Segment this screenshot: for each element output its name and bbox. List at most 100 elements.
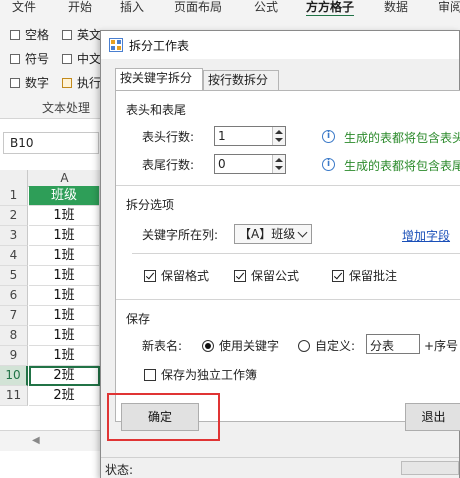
dialog-titlebar[interactable]: 拆分工作表 <box>101 31 459 59</box>
column-header-a[interactable]: A <box>29 170 100 186</box>
new-name-label: 新表名: <box>142 339 183 353</box>
execute-icon <box>62 77 72 88</box>
keep-format-checkbox[interactable]: 保留格式 <box>144 267 209 284</box>
tab-split-by-rows[interactable]: 按行数拆分 <box>203 70 279 90</box>
table-cell[interactable]: 2班 <box>29 386 100 406</box>
exit-button[interactable]: 退出 <box>405 403 460 431</box>
table-header-cell[interactable]: 班级 <box>29 186 100 206</box>
checkbox-icon <box>62 29 72 40</box>
tab-home[interactable]: 开始 <box>68 0 92 15</box>
ribbon-execute[interactable]: 执行 <box>62 74 101 91</box>
info-icon: i <box>322 130 335 143</box>
checkbox-icon <box>144 368 156 381</box>
row-header[interactable]: 8 <box>0 326 28 346</box>
keep-formula-checkbox[interactable]: 保留公式 <box>234 267 299 284</box>
scroll-left-icon[interactable]: ◀ <box>32 435 40 446</box>
chevron-down-icon[interactable] <box>275 138 283 142</box>
section-divider <box>116 185 460 186</box>
keep-comment-checkbox[interactable]: 保留批注 <box>332 267 397 284</box>
row-header[interactable]: 2 <box>0 206 28 226</box>
header-rows-stepper[interactable]: 1 <box>214 126 286 146</box>
row-header[interactable]: 4 <box>0 246 28 266</box>
ribbon-check-label: 执行 <box>77 76 102 90</box>
tab-split-by-keyword[interactable]: 按关键字拆分 <box>115 68 203 91</box>
chevron-down-icon <box>297 227 308 238</box>
ribbon-check-label: 符号 <box>25 52 50 66</box>
chevron-down-icon[interactable] <box>275 166 283 170</box>
row-header[interactable]: 1 <box>0 186 28 206</box>
keep-formula-label: 保留公式 <box>251 269 300 283</box>
ribbon-check-symbol[interactable]: 符号 <box>10 50 49 67</box>
custom-name-value: 分表 <box>370 339 395 353</box>
key-column-select[interactable]: 【A】班级 <box>234 224 312 244</box>
custom-name-input[interactable]: 分表 <box>366 334 420 354</box>
row-header[interactable]: 5 <box>0 266 28 286</box>
row-header[interactable]: 9 <box>0 346 28 366</box>
ribbon-group-label: 文本处理 <box>42 101 91 115</box>
ribbon-check-space[interactable]: 空格 <box>10 26 49 43</box>
radio-icon <box>298 339 310 352</box>
chevron-up-icon[interactable] <box>275 158 283 162</box>
column-header-row: A <box>0 170 100 187</box>
save-as-workbook-label: 保存为独立工作簿 <box>161 368 258 382</box>
tab-insert[interactable]: 插入 <box>120 0 144 15</box>
footer-hint: 生成的表都将包含表尾 <box>344 159 460 173</box>
tab-page-layout[interactable]: 页面布局 <box>174 0 222 15</box>
footer-rows-stepper[interactable]: 0 <box>214 154 286 174</box>
row-header[interactable]: 10 <box>0 366 28 386</box>
row-header[interactable]: 6 <box>0 286 28 306</box>
footer-rows-label: 表尾行数: <box>142 158 195 172</box>
key-column-value: 【A】班级 <box>239 227 296 241</box>
key-column-label: 关键字所在列: <box>142 228 219 242</box>
tab-file[interactable]: 文件 <box>12 0 36 15</box>
name-box[interactable]: B10 <box>3 132 99 154</box>
use-keyword-radio[interactable]: 使用关键字 <box>202 337 279 354</box>
dialog-status-bar: 状态: <box>101 457 459 478</box>
ribbon-check-number[interactable]: 数字 <box>10 74 49 91</box>
row-header[interactable]: 7 <box>0 306 28 326</box>
checkbox-icon <box>10 77 20 88</box>
table-cell[interactable]: 1班 <box>29 266 100 286</box>
keep-format-label: 保留格式 <box>161 269 210 283</box>
tab-formulas[interactable]: 公式 <box>254 0 278 15</box>
stepper-buttons[interactable] <box>272 127 285 145</box>
use-keyword-label: 使用关键字 <box>219 339 280 353</box>
select-all-corner[interactable] <box>0 170 28 186</box>
custom-name-label: 自定义: <box>315 339 356 353</box>
table-cell[interactable]: 1班 <box>29 286 100 306</box>
tab-review[interactable]: 审阅 <box>438 0 460 15</box>
section-title-header-footer: 表头和表尾 <box>126 103 187 117</box>
table-cell[interactable]: 1班 <box>29 226 100 246</box>
table-cell[interactable]: 1班 <box>29 206 100 226</box>
progress-bar <box>401 461 459 475</box>
tab-data[interactable]: 数据 <box>384 0 408 15</box>
checkbox-checked-icon <box>234 269 246 282</box>
app-icon <box>109 38 123 52</box>
table-cell[interactable]: 1班 <box>29 246 100 266</box>
add-field-link[interactable]: 增加字段 <box>402 227 450 244</box>
save-as-workbook-checkbox[interactable]: 保存为独立工作簿 <box>144 366 257 383</box>
table-cell[interactable]: 1班 <box>29 346 100 366</box>
header-hint: 生成的表都将包含表头 <box>344 131 460 145</box>
header-rows-value: 1 <box>218 129 226 143</box>
ribbon-tab-bar: 文件 开始 插入 页面布局 公式 方方格子 数据 审阅 <box>0 0 460 18</box>
row-header[interactable]: 3 <box>0 226 28 246</box>
checkbox-icon <box>10 29 20 40</box>
checkbox-icon <box>10 53 20 64</box>
status-label: 状态: <box>105 463 134 477</box>
info-icon: i <box>322 158 335 171</box>
radio-selected-icon <box>202 339 214 352</box>
section-title-save: 保存 <box>126 312 151 326</box>
ribbon-check-english[interactable]: 英文 <box>62 26 101 43</box>
ribbon-check-chinese[interactable]: 中文 <box>62 50 101 67</box>
tab-fangfang[interactable]: 方方格子 <box>306 0 355 18</box>
row-header[interactable]: 11 <box>0 386 28 406</box>
table-cell[interactable]: 1班 <box>29 326 100 346</box>
table-cell[interactable]: 2班 <box>29 366 100 386</box>
checkbox-checked-icon <box>144 269 156 282</box>
chevron-up-icon[interactable] <box>275 130 283 134</box>
stepper-buttons[interactable] <box>272 155 285 173</box>
section-title-split-options: 拆分选项 <box>126 198 175 212</box>
custom-name-radio[interactable]: 自定义: <box>298 337 355 354</box>
table-cell[interactable]: 1班 <box>29 306 100 326</box>
